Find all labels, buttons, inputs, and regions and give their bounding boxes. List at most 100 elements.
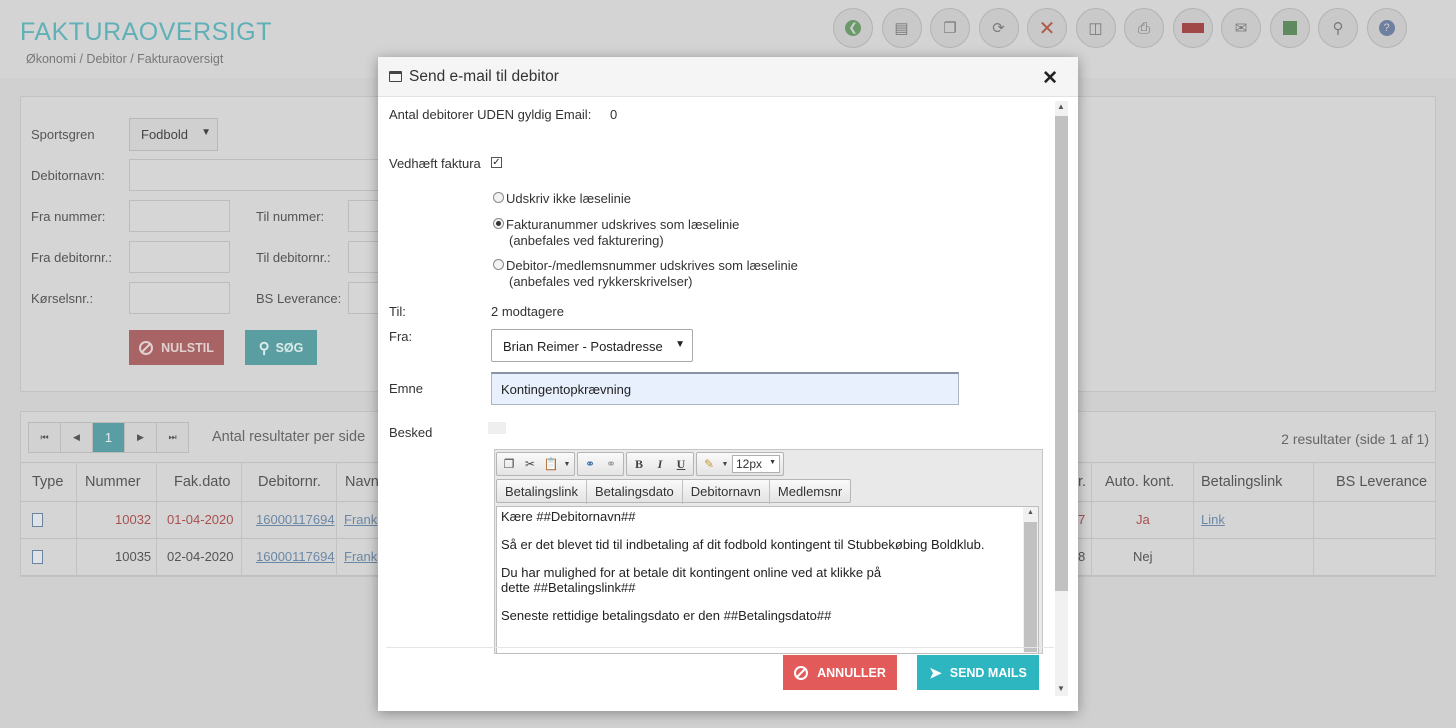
font-size-select[interactable]: 12px ▼ bbox=[732, 455, 780, 473]
excel-icon[interactable] bbox=[1269, 8, 1310, 48]
database-icon[interactable]: ◫ bbox=[1075, 8, 1116, 48]
link-icon[interactable]: ⚭ bbox=[581, 455, 599, 473]
cancel-button[interactable]: ANNULLER bbox=[783, 655, 897, 690]
korselsnr-input[interactable] bbox=[129, 282, 230, 314]
row1-partial: 7 bbox=[1078, 512, 1086, 527]
col-navn[interactable]: Navn bbox=[345, 474, 379, 490]
tag-betalingslink[interactable]: Betalingslink bbox=[497, 480, 587, 504]
document-icon[interactable]: ▤ bbox=[881, 8, 922, 48]
col-bs-leverance[interactable]: BS Leverance bbox=[1336, 474, 1427, 490]
scroll-down-icon[interactable]: ▼ bbox=[1057, 684, 1065, 693]
copy-icon[interactable]: ❐ bbox=[500, 455, 518, 473]
unlink-icon[interactable]: ⚭ bbox=[602, 455, 620, 473]
chevron-down-icon[interactable]: ▼ bbox=[563, 455, 571, 473]
ban-icon bbox=[794, 665, 809, 680]
debitornavn-input[interactable] bbox=[129, 159, 384, 191]
search-label: SØG bbox=[275, 340, 304, 355]
besked-placeholder bbox=[488, 422, 506, 434]
italic-icon[interactable]: I bbox=[651, 455, 669, 473]
scrollbar-thumb[interactable] bbox=[1055, 116, 1068, 591]
radio-invoice-number[interactable] bbox=[493, 218, 504, 229]
col-type[interactable]: Type bbox=[32, 474, 63, 490]
row1-dato: 01-04-2020 bbox=[167, 512, 234, 527]
font-size-value: 12px bbox=[736, 457, 763, 471]
editor-scrollbar[interactable]: ▲ bbox=[1023, 507, 1038, 653]
fra-select[interactable]: Brian Reimer - Postadresse ▼ bbox=[491, 329, 693, 362]
ban-icon bbox=[139, 340, 154, 355]
attach-invoice-label: Vedhæft faktura bbox=[389, 156, 481, 171]
col-nummer[interactable]: Nummer bbox=[85, 474, 141, 490]
col-fakdato[interactable]: Fak.dato bbox=[174, 474, 230, 490]
row2-debitornr-link[interactable]: 16000117694 bbox=[256, 549, 335, 564]
send-label: SEND MAILS bbox=[949, 665, 1027, 680]
back-icon[interactable]: ❮ bbox=[833, 8, 873, 48]
page-button-current[interactable]: 1 bbox=[92, 422, 125, 453]
til-label: Til: bbox=[389, 304, 406, 319]
col-divider bbox=[1091, 462, 1092, 576]
prev-page-button[interactable]: ◀ bbox=[60, 422, 93, 453]
body-line: dette bbox=[501, 580, 534, 595]
col-betalingslink[interactable]: Betalingslink bbox=[1201, 474, 1282, 490]
bs-icon[interactable] bbox=[1172, 8, 1213, 48]
row1-navn-link[interactable]: Frank bbox=[344, 512, 377, 527]
per-page-label: Antal resultater per side bbox=[212, 429, 366, 445]
col-debitornr[interactable]: Debitornr. bbox=[258, 474, 321, 490]
scroll-up-icon[interactable]: ▲ bbox=[1057, 102, 1065, 111]
close-icon[interactable]: ✕ bbox=[1042, 67, 1058, 90]
dialog-title: Send e-mail til debitor bbox=[409, 68, 559, 85]
invoice-doc-icon[interactable] bbox=[32, 550, 43, 564]
row2-nummer: 10035 bbox=[115, 549, 152, 564]
emne-input[interactable]: Kontingentopkrævning bbox=[491, 372, 959, 405]
send-mails-button[interactable]: ➤ SEND MAILS bbox=[917, 655, 1039, 690]
col-partial[interactable]: r. bbox=[1078, 474, 1086, 490]
breadcrumb: Økonomi / Debitor / Fakturaoversigt bbox=[26, 52, 224, 66]
fra-nummer-input[interactable] bbox=[129, 200, 230, 232]
chevron-down-icon[interactable]: ▼ bbox=[721, 455, 729, 473]
reset-button[interactable]: NULSTIL bbox=[129, 330, 224, 365]
row1-debitornr-link[interactable]: 16000117694 bbox=[256, 512, 335, 527]
fra-debitornr-input[interactable] bbox=[129, 241, 230, 273]
refresh-icon[interactable]: ⟳ bbox=[978, 8, 1019, 48]
bold-icon[interactable]: B bbox=[630, 455, 648, 473]
mail-icon[interactable]: ✉ bbox=[1221, 8, 1261, 48]
copy-icon[interactable]: ❐ bbox=[930, 8, 970, 48]
radio-no-line[interactable] bbox=[493, 192, 504, 203]
fra-nummer-label: Fra nummer: bbox=[31, 209, 106, 224]
col-divider bbox=[1313, 462, 1314, 576]
search-button[interactable]: ⚲ SØG bbox=[245, 330, 317, 365]
tag-debitornavn[interactable]: Debitornavn bbox=[683, 480, 770, 504]
next-page-button[interactable]: ▶ bbox=[124, 422, 157, 453]
help-icon[interactable]: ? bbox=[1366, 8, 1407, 48]
paste-icon[interactable]: 📋 bbox=[542, 455, 560, 473]
radio-invoice-number-label: Fakturanummer udskrives som læselinie bbox=[506, 217, 740, 232]
til-nummer-label: Til nummer: bbox=[256, 209, 325, 224]
tag-betalingsdato[interactable]: Betalingsdato bbox=[587, 480, 683, 504]
radio-debitor-number[interactable] bbox=[493, 259, 504, 270]
bs-leverance-label: BS Leverance: bbox=[256, 291, 342, 306]
cut-icon[interactable]: ✂ bbox=[521, 455, 539, 473]
first-page-button[interactable]: ⏮ bbox=[28, 422, 61, 453]
brush-icon[interactable]: ✎ bbox=[700, 455, 718, 473]
message-body[interactable]: Kære ##Debitornavn## Så er det blevet ti… bbox=[496, 506, 1039, 654]
besked-label: Besked bbox=[389, 425, 433, 440]
row2-navn-link[interactable]: Frank bbox=[344, 549, 377, 564]
pagination: ⏮ ◀ 1 ▶ ⏭ bbox=[28, 422, 189, 453]
underline-icon[interactable]: U bbox=[672, 455, 690, 473]
editor-scrollbar-thumb[interactable] bbox=[1024, 522, 1037, 652]
col-divider bbox=[76, 462, 77, 576]
invoice-doc-icon[interactable] bbox=[32, 513, 43, 527]
dialog-scrollbar[interactable]: ▲ ▼ bbox=[1055, 101, 1068, 696]
sportsgren-select[interactable]: Fodbold ▼ bbox=[129, 118, 218, 151]
attach-invoice-checkbox[interactable]: ✓ bbox=[491, 157, 502, 168]
row1-betalingslink[interactable]: Link bbox=[1201, 512, 1225, 527]
clipboard-group: ❐ ✂ 📋 ▼ bbox=[496, 452, 575, 476]
col-auto-kont[interactable]: Auto. kont. bbox=[1105, 474, 1174, 490]
cancel-label: ANNULLER bbox=[817, 665, 886, 680]
delete-icon[interactable]: ✕ bbox=[1027, 8, 1067, 48]
tag-medlemsnr[interactable]: Medlemsnr bbox=[770, 480, 850, 504]
row1-auto-kont: Ja bbox=[1136, 512, 1150, 527]
scroll-up-icon[interactable]: ▲ bbox=[1027, 509, 1034, 516]
search-icon[interactable]: ⚲ bbox=[1318, 8, 1358, 48]
last-page-button[interactable]: ⏭ bbox=[156, 422, 189, 453]
print-icon[interactable]: ⎙ bbox=[1124, 8, 1164, 48]
